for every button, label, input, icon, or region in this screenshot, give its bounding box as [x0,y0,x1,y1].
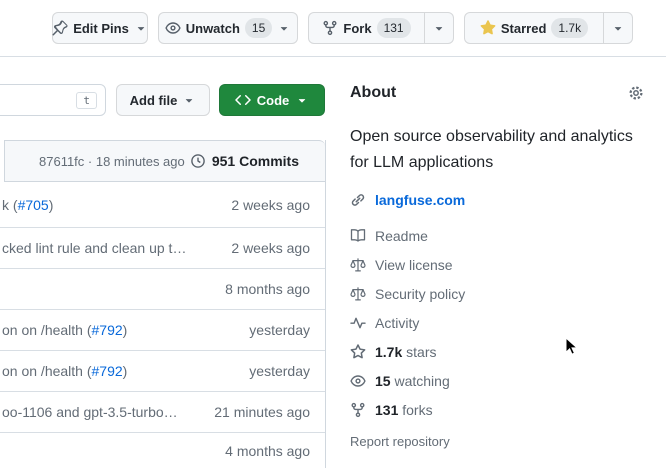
commit-date[interactable]: 2 weeks ago [231,240,310,256]
watchers-count-badge: 15 [245,18,272,38]
table-row[interactable]: on on /health (#792) yesterday [0,310,325,351]
chevron-down-icon [182,93,196,107]
edit-pins-label: Edit Pins [73,21,129,36]
starred-button[interactable]: Starred 1.7k [464,12,604,44]
activity-label: Activity [375,315,419,331]
link-icon [350,192,366,208]
history-icon [190,153,206,169]
go-to-file-input[interactable]: t [0,84,106,116]
about-title: About [350,84,396,102]
table-row[interactable]: cked lint rule and clean up t… 2 weeks a… [0,228,325,269]
table-row[interactable]: oo-1106 and gpt-3.5-turbo… 21 minutes ag… [0,392,325,433]
security-policy-label: Security policy [375,286,465,302]
chevron-down-icon [611,21,625,35]
fork-count-badge: 131 [377,18,411,38]
watching-count-label: 15 watching [375,373,450,389]
book-icon [350,228,366,244]
gear-icon[interactable] [628,85,644,101]
code-label: Code [257,93,290,108]
table-row[interactable]: k (#705) 2 weeks ago [0,182,325,228]
forks-count-label: 131 forks [375,402,433,418]
commit-message: k (#705) [2,197,53,213]
commit-date[interactable]: yesterday [249,363,310,379]
commits-count-label: 951 Commits [212,153,299,169]
commit-date[interactable]: yesterday [249,322,310,338]
watching-link[interactable]: 15 watching [350,373,666,389]
chevron-down-icon [134,21,148,35]
activity-link[interactable]: Activity [350,315,666,331]
table-row[interactable]: 8 months ago [0,269,325,310]
report-repository-link[interactable]: Report repository [350,434,666,449]
repo-action-bar: Edit Pins Unwatch 15 Fork 131 Starred 1.… [0,0,666,57]
star-count-badge: 1.7k [551,18,588,38]
fork-button[interactable]: Fork 131 [308,12,425,44]
stars-link[interactable]: 1.7k stars [350,344,666,360]
commits-history-link[interactable]: 951 Commits [190,153,299,169]
edit-pins-button[interactable]: Edit Pins [52,12,148,44]
add-file-label: Add file [130,93,178,108]
fork-icon [350,402,366,418]
readme-label: Readme [375,228,428,244]
issue-link[interactable]: #792 [92,322,123,338]
commit-message: on on /health (#792) [2,363,127,379]
commit-date[interactable]: 2 weeks ago [231,197,310,213]
view-license-link[interactable]: View license [350,257,666,273]
chevron-down-icon [432,21,446,35]
law-icon [350,286,366,302]
issue-link[interactable]: #792 [92,363,123,379]
add-file-button[interactable]: Add file [116,84,210,116]
pulse-icon [350,315,366,331]
stars-count-label: 1.7k stars [375,344,436,360]
star-filled-icon [480,20,496,36]
website-link[interactable]: langfuse.com [350,192,666,208]
table-row[interactable]: on on /health (#792) yesterday [0,351,325,392]
table-row[interactable]: 4 months ago [0,433,325,469]
readme-link[interactable]: Readme [350,228,666,244]
commit-message: cked lint rule and clean up t… [2,240,186,256]
code-button[interactable]: Code [219,84,325,116]
law-icon [350,257,366,273]
starred-label: Starred [501,21,547,36]
unwatch-button[interactable]: Unwatch 15 [158,12,298,44]
keyboard-shortcut-badge: t [76,92,97,109]
chevron-down-icon [295,93,309,107]
unwatch-label: Unwatch [186,21,240,36]
file-rows: k (#705) 2 weeks ago cked lint rule and … [0,182,325,469]
about-section: About Open source observability and anal… [350,84,666,449]
file-table: 87611fc · 18 minutes ago 951 Commits k (… [0,140,326,468]
star-dropdown-button[interactable] [603,12,633,44]
code-icon [235,92,251,108]
fork-icon [322,20,338,36]
fork-button-group: Fork 131 [308,12,454,44]
view-license-label: View license [375,257,453,273]
chevron-down-icon [277,21,291,35]
commit-date[interactable]: 21 minutes ago [214,404,310,420]
forks-link[interactable]: 131 forks [350,402,666,418]
repo-description: Open source observability and analytics … [350,124,650,176]
star-icon [350,344,366,360]
star-button-group: Starred 1.7k [464,12,633,44]
pin-icon [52,20,68,36]
commit-message: on on /health (#792) [2,322,127,338]
commit-date[interactable]: 8 months ago [225,281,310,297]
fork-label: Fork [343,21,371,36]
fork-dropdown-button[interactable] [424,12,454,44]
commit-message: oo-1106 and gpt-3.5-turbo… [2,404,178,420]
website-label: langfuse.com [375,192,465,208]
security-policy-link[interactable]: Security policy [350,286,666,302]
issue-link[interactable]: #705 [18,197,49,213]
eye-icon [165,20,181,36]
commit-date[interactable]: 4 months ago [225,443,310,459]
eye-icon [350,373,366,389]
commit-hash-time[interactable]: 87611fc · 18 minutes ago [39,154,185,169]
latest-commit-bar: 87611fc · 18 minutes ago 951 Commits [4,140,325,182]
